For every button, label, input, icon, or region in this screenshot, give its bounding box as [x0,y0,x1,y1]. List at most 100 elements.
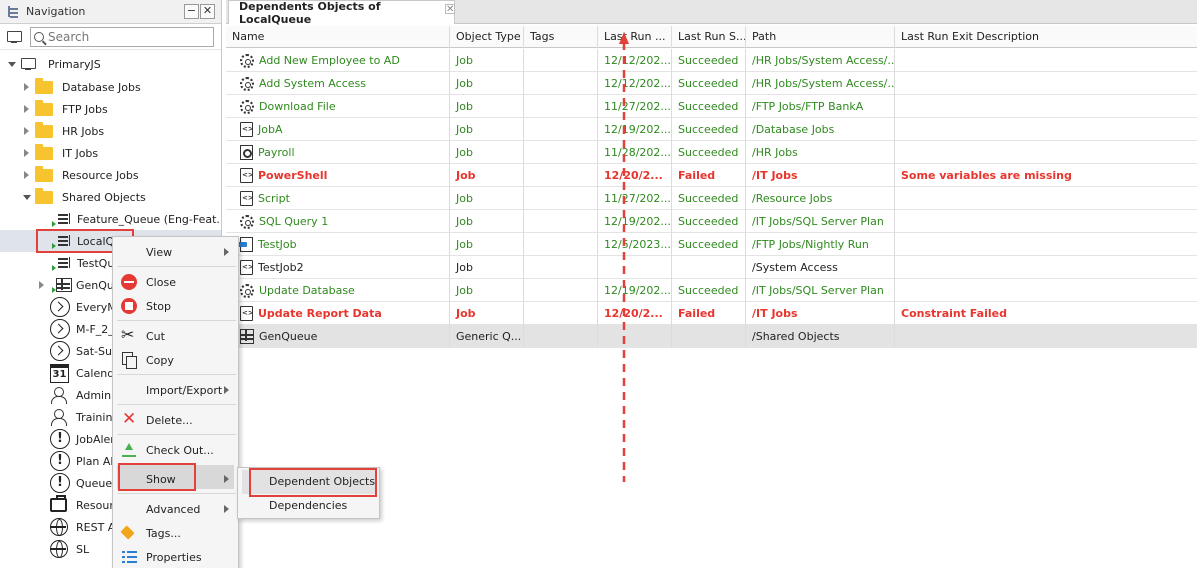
table-row[interactable]: PowerShell Job 12/20/2...Failed/IT Jobs Som… [226,164,1197,187]
cell-text: TestJob [258,238,297,251]
menu-item-cut[interactable]: Cut [113,324,238,348]
table-row[interactable]: Add New Employee to AD Job 12/12/202... Suc… [226,49,1197,72]
tab-close-icon[interactable]: ✕ [445,4,455,15]
table-row[interactable]: Update Report Data Job 12/20/2...Failed/IT… [226,302,1197,325]
cell-name: TestJob2 [226,256,450,279]
tree-item-admin[interactable]: Admin [50,384,111,406]
expand-chevron-icon[interactable] [38,281,46,289]
column-header-last-run-exit-description[interactable]: Last Run Exit Description [895,26,1197,48]
tab-dependents-of-localqueue[interactable]: Dependents Objects of LocalQueue ✕ [228,0,455,26]
tree-item-label: Resource Jobs [62,168,139,182]
table-row[interactable]: TestJob Job 12/5/2023... Succeeded/FTP Jobs… [226,233,1197,256]
cell-last-run-status [672,256,746,279]
dashed-arrow-annotation [619,32,629,482]
table-row[interactable]: TestJob2 Job/System Access [226,256,1197,279]
tree-item-everym[interactable]: EveryM [50,296,117,318]
submenu-item-dependent-objects[interactable]: Dependent Objects [238,470,379,494]
cell-path: /HR Jobs [746,141,895,164]
menu-item-tags[interactable]: Tags... [113,521,238,545]
table-row[interactable]: Script Job 11/27/202...Succeeded/Resource … [226,187,1197,210]
expand-chevron-icon[interactable] [23,193,31,201]
table-row[interactable]: Update Database Job 12/19/202... Succeeded /… [226,279,1197,302]
queue-icon [58,256,73,270]
cell-text: Update Database [259,284,355,297]
column-header-path[interactable]: Path [746,26,895,48]
menu-item-import-export[interactable]: Import/Export [113,378,238,402]
menu-separator [117,404,236,405]
menu-item-copy[interactable]: Copy [113,348,238,372]
menu-item-delete[interactable]: Delete... [113,408,238,432]
table-row[interactable]: Download File Job 11/27/202... Succeeded/FT… [226,95,1197,118]
tree-item-label: REST A [76,520,116,534]
tree-item-localqueue[interactable]: LocalQu [52,230,121,252]
queue-icon [58,212,73,226]
tree-item-training[interactable]: Training [50,406,119,428]
menu-item-close[interactable]: Close [113,270,238,294]
table-row[interactable]: GenQueue Generic Q... /Shared Objects [226,325,1197,348]
submenu-arrow-icon [224,505,229,513]
table-row[interactable]: SQL Query 1 Job 12/19/202... Succeeded/IT J… [226,210,1197,233]
tree-item-genqueue[interactable]: GenQue [38,274,121,296]
menu-item-label: Import/Export [146,383,223,397]
menu-item-label: Show [146,472,176,486]
menu-item-stop[interactable]: Stop [113,294,238,318]
search-input[interactable] [48,29,208,44]
column-header-name[interactable]: Name [226,26,450,48]
cell-last-run-status: Succeeded [672,118,746,141]
tree-item-ftp-jobs[interactable]: FTP Jobs [23,98,108,120]
menu-item-advanced[interactable]: Advanced [113,497,238,521]
tree-item-testqueue[interactable]: TestQue [52,252,121,274]
column-header-last-run-status[interactable]: Last Run S... [672,26,746,48]
tree-item-m-f[interactable]: M-F_2_ [50,318,114,340]
tree-item-database-jobs[interactable]: Database Jobs [23,76,141,98]
tree-item-plan-alert[interactable]: ! Plan Ale [50,450,120,472]
column-header-tags[interactable]: Tags [524,26,598,48]
table-row[interactable]: Payroll Job 11/28/202... Succeeded/HR Jobs [226,141,1197,164]
tree-item-hr-jobs[interactable]: HR Jobs [23,120,104,142]
cell-last-run-status: Succeeded [672,279,746,302]
expand-chevron-icon[interactable] [23,83,31,91]
search-box[interactable] [30,26,214,47]
menu-item-properties[interactable]: Properties [113,545,238,568]
tree-item-sl[interactable]: SL [50,538,89,560]
tree-item-jobalert[interactable]: ! JobAler [50,428,115,450]
menu-separator [117,493,236,494]
menu-item-check-out[interactable]: Check Out... [113,438,238,462]
gear-icon [240,283,254,298]
cell-last-run [598,325,672,348]
grid-header: Name Object Type Tags Last Run ... Last … [226,26,1197,48]
tree-item-resource[interactable]: Resourc [50,494,120,516]
menu-item-view[interactable]: View [113,240,238,264]
tree-item-shared-objects[interactable]: Shared Objects [23,186,146,208]
menu-item-show[interactable]: Show [113,467,238,491]
column-header-last-run[interactable]: Last Run ... [598,26,672,48]
tree-item-resource-jobs[interactable]: Resource Jobs [23,164,139,186]
minimize-button[interactable]: − [184,4,199,19]
tree-item-primaryjs[interactable]: PrimaryJS [8,53,101,75]
tree-item-it-jobs[interactable]: IT Jobs [23,142,98,164]
table-row[interactable]: JobA Job 12/19/202...Succeeded/Database Jo… [226,118,1197,141]
close-panel-button[interactable]: ✕ [200,4,215,19]
cell-last-run: 12/5/2023... [598,233,672,256]
tree-item-feature-queue[interactable]: Feature_Queue (Eng-Feat... [52,208,221,230]
submenu-item-dependencies[interactable]: Dependencies [238,494,379,518]
tree-item-rest[interactable]: REST A [50,516,115,538]
monitor-icon[interactable] [6,30,24,44]
expand-chevron-icon[interactable] [23,171,31,179]
column-header-object-type[interactable]: Object Type [450,26,524,48]
expand-chevron-icon[interactable] [23,105,31,113]
expand-chevron-icon[interactable] [23,127,31,135]
tree-item-sat-sun[interactable]: Sat-Sun [50,340,119,362]
tree-item-queue-alert[interactable]: ! QueueA [50,472,120,494]
table-row[interactable]: Add System Access Job 12/12/202... Succeede… [226,72,1197,95]
cell-name: Add System Access [226,72,450,95]
queue-icon [58,234,73,248]
tree-item-calendar[interactable]: 31 Calenda [50,362,121,384]
cell-last-run-status: Failed [672,164,746,187]
menu-separator [117,434,236,435]
cell-object-type: Job [450,95,524,118]
expand-chevron-icon[interactable] [8,60,16,68]
expand-chevron-icon[interactable] [23,149,31,157]
status-marker-icon [52,243,56,249]
cell-path: /IT Jobs/SQL Server Plan [746,210,895,233]
